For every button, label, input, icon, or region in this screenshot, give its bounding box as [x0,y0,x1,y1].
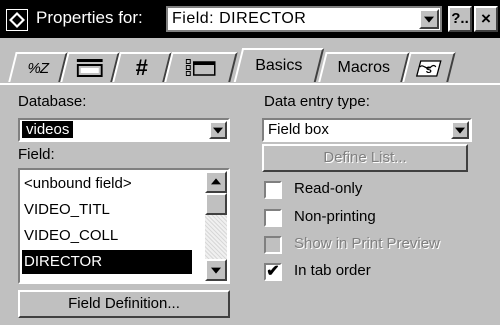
data-entry-type-dropdown[interactable]: Field box [262,118,472,142]
close-button[interactable]: × [474,6,498,32]
show-in-print-preview-label: Show in Print Preview [294,235,440,252]
non-printing-label: Non-printing [294,208,376,225]
tab-macros-label: Macros [337,59,390,76]
chevron-down-icon[interactable] [209,121,227,139]
non-printing-checkbox[interactable] [264,209,282,227]
define-list-button[interactable]: Define List... [262,144,468,172]
tab-macros[interactable]: Macros [318,52,410,82]
field-selector-value: Field: DIRECTOR [172,10,307,27]
list-item[interactable]: VIDEO_COLL [22,224,192,248]
tab-display[interactable] [60,52,120,82]
number-format-icon: # [135,55,148,80]
title-label: Properties for: [36,8,143,27]
data-entry-type-label: Data entry type: [264,93,370,110]
in-tab-order-checkbox[interactable]: ✔ [264,263,282,281]
object-icon [185,59,216,76]
read-only-checkbox[interactable] [264,181,282,199]
tab-format[interactable]: %Z [8,52,68,82]
tab-strip: %Z # Basics Macros S [0,40,500,84]
tab-number[interactable]: # [112,52,172,82]
field-list-scrollbar[interactable] [205,171,227,281]
database-value: videos [20,120,75,139]
chevron-down-icon[interactable] [419,9,439,29]
show-in-print-preview-checkbox[interactable] [264,236,282,254]
chevron-down-icon[interactable] [451,121,469,139]
title-bar: Properties for: Field: DIRECTOR ?.. × [0,0,500,38]
database-dropdown[interactable]: videos [18,118,230,142]
svg-text:S: S [426,65,432,75]
field-selector-dropdown[interactable]: Field: DIRECTOR [166,6,442,32]
help-button[interactable]: ?.. [448,6,472,32]
field-listbox[interactable]: <unbound field> VIDEO_TITL VIDEO_COLL DI… [18,168,230,284]
scroll-up-icon[interactable] [205,171,227,193]
scroll-down-icon[interactable] [205,259,227,281]
field-label: Field: [18,146,55,163]
checkmark-icon: ✔ [266,263,280,280]
read-only-label: Read-only [294,180,363,197]
format-icon: %Z [27,59,49,77]
display-icon [76,59,103,77]
properties-app-icon [6,9,28,31]
list-item-selected[interactable]: DIRECTOR [22,250,192,274]
database-label: Database: [18,93,87,110]
tab-basics[interactable]: Basics [233,48,325,82]
tab-divider [0,83,500,85]
tab-basics-label: Basics [255,57,303,74]
field-definition-button[interactable]: Field Definition... [18,290,230,318]
tab-object[interactable] [164,52,238,82]
tab-script[interactable]: S [402,52,456,82]
list-item[interactable]: VIDEO_TITL [22,198,192,222]
in-tab-order-label: In tab order [294,262,371,279]
script-icon: S [415,60,442,77]
data-entry-type-value: Field box [268,121,329,138]
list-item[interactable]: <unbound field> [22,172,192,196]
scrollbar-thumb[interactable] [205,193,227,215]
